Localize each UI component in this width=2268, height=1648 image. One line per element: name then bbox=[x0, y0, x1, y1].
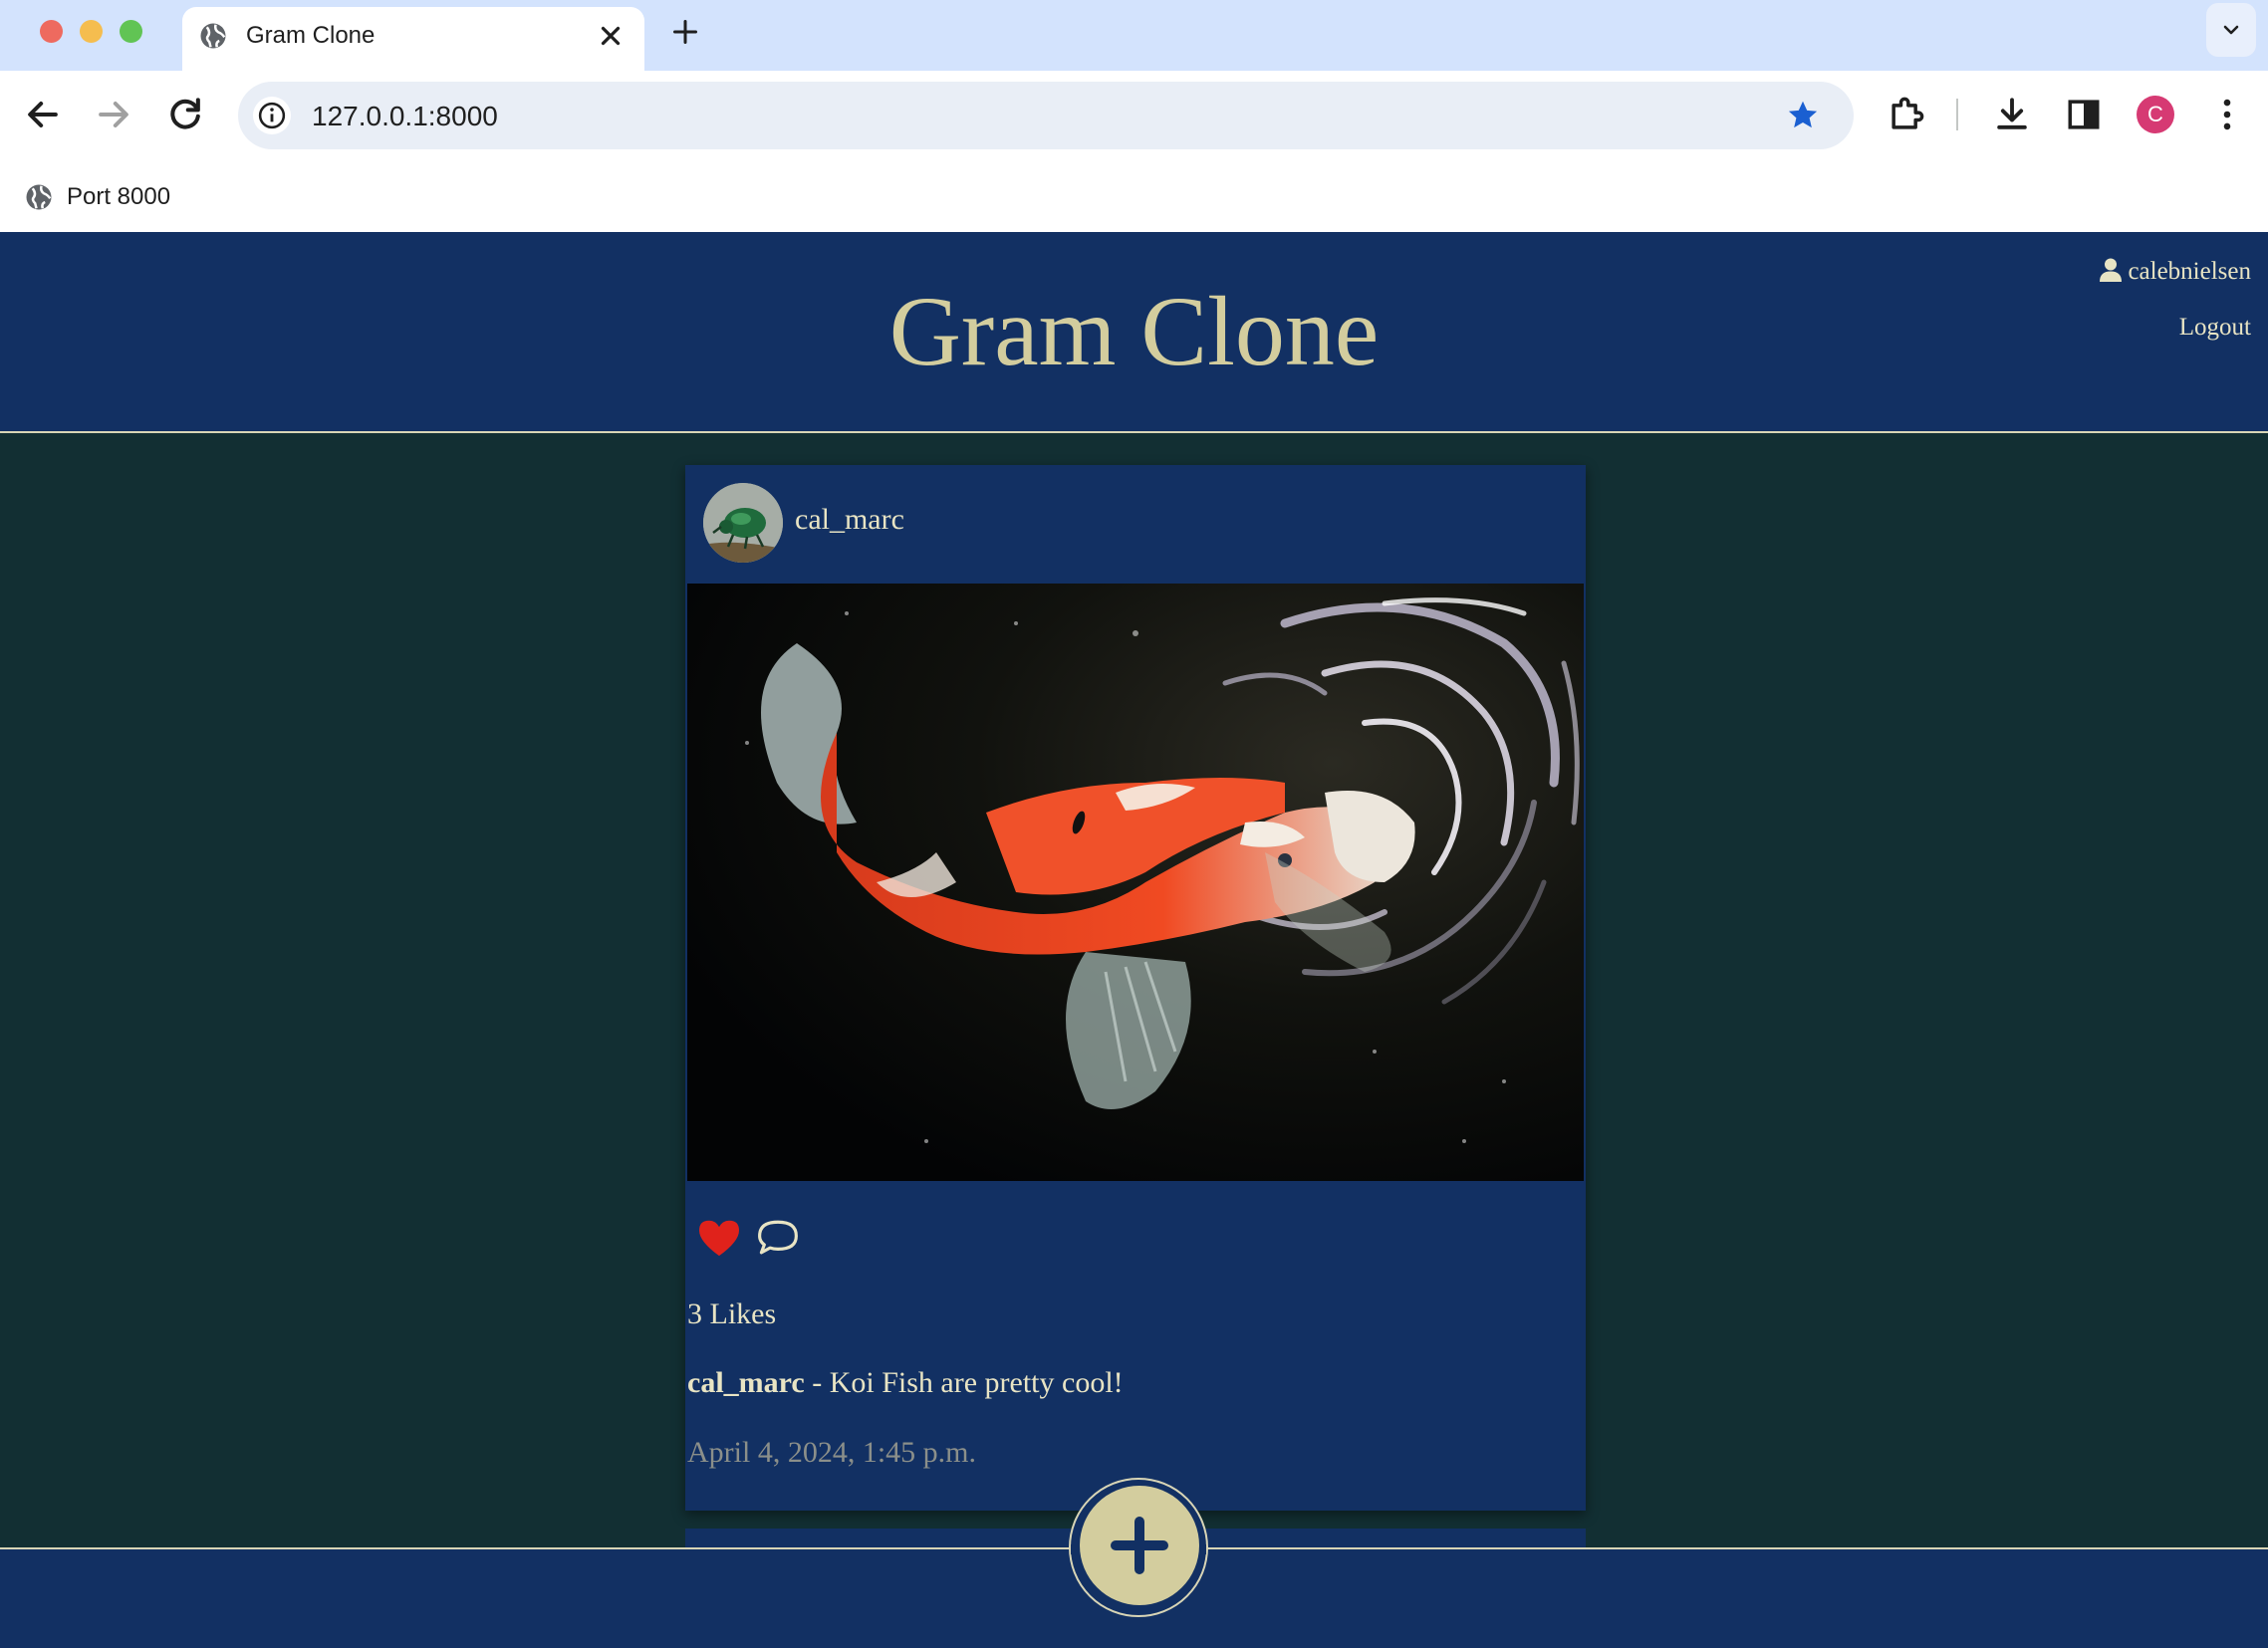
koi-fish-photo bbox=[687, 584, 1584, 1181]
globe-icon bbox=[26, 184, 52, 210]
tab-title: Gram Clone bbox=[246, 22, 376, 49]
caption-author[interactable]: cal_marc bbox=[687, 1366, 805, 1399]
back-arrow-icon[interactable] bbox=[21, 93, 65, 136]
download-icon[interactable] bbox=[1990, 93, 2034, 136]
post-caption: cal_marc - Koi Fish are pretty cool! bbox=[687, 1366, 1124, 1400]
more-vertical-icon[interactable] bbox=[2205, 93, 2249, 136]
like-count: 3 Likes bbox=[687, 1297, 777, 1330]
new-tab-plus-icon[interactable] bbox=[667, 14, 703, 50]
page-content: Gram Clone calebnielsen Logout cal_marc bbox=[0, 232, 2268, 1648]
site-info-button[interactable] bbox=[253, 97, 291, 134]
browser-tab-bar: Gram Clone bbox=[0, 0, 2268, 71]
globe-icon bbox=[200, 23, 226, 49]
post-image[interactable] bbox=[687, 584, 1584, 1181]
window-minimize-button[interactable] bbox=[80, 20, 103, 43]
post-author-avatar[interactable] bbox=[703, 483, 783, 563]
username: calebnielsen bbox=[2128, 258, 2251, 285]
close-icon[interactable] bbox=[596, 21, 626, 51]
comment-bubble-icon[interactable] bbox=[757, 1218, 799, 1258]
tab-search-button[interactable] bbox=[2206, 3, 2256, 57]
extensions-puzzle-icon[interactable] bbox=[1885, 93, 1928, 136]
reload-icon[interactable] bbox=[163, 93, 207, 136]
caption-text: - Koi Fish are pretty cool! bbox=[804, 1366, 1124, 1399]
profile-avatar[interactable]: C bbox=[2137, 96, 2174, 133]
bookmarks-bar: Port 8000 bbox=[0, 158, 2268, 232]
address-bar[interactable]: 127.0.0.1:8000 bbox=[238, 82, 1854, 149]
post-timestamp: April 4, 2024, 1:45 p.m. bbox=[687, 1436, 976, 1469]
window-close-button[interactable] bbox=[40, 20, 63, 43]
browser-toolbar: 127.0.0.1:8000 C bbox=[0, 71, 2268, 158]
chevron-down-icon bbox=[2223, 25, 2239, 35]
post-author-name[interactable]: cal_marc bbox=[795, 503, 904, 537]
like-heart-icon[interactable] bbox=[697, 1218, 741, 1258]
beetle-avatar-image bbox=[703, 483, 783, 563]
site-title[interactable]: Gram Clone bbox=[0, 274, 2268, 388]
plus-icon bbox=[1111, 1517, 1168, 1574]
side-panel-icon[interactable] bbox=[2062, 93, 2106, 136]
bookmark-label: Port 8000 bbox=[67, 183, 171, 210]
logout-link[interactable]: Logout bbox=[2179, 314, 2251, 342]
site-header: Gram Clone calebnielsen Logout bbox=[0, 232, 2268, 433]
bookmark-star-icon[interactable] bbox=[1785, 98, 1821, 133]
user-profile-link[interactable]: calebnielsen bbox=[2100, 258, 2251, 286]
url-text[interactable]: 127.0.0.1:8000 bbox=[312, 101, 498, 132]
user-icon bbox=[2100, 258, 2123, 282]
post-card: cal_marc 3 Likes cal_marc - Koi Fish are… bbox=[685, 465, 1586, 1511]
toolbar-separator bbox=[1956, 99, 1958, 130]
forward-arrow-icon[interactable] bbox=[92, 93, 135, 136]
new-post-button[interactable] bbox=[1080, 1486, 1199, 1605]
browser-tab[interactable]: Gram Clone bbox=[182, 7, 644, 71]
window-maximize-button[interactable] bbox=[120, 20, 142, 43]
info-icon bbox=[258, 102, 286, 129]
